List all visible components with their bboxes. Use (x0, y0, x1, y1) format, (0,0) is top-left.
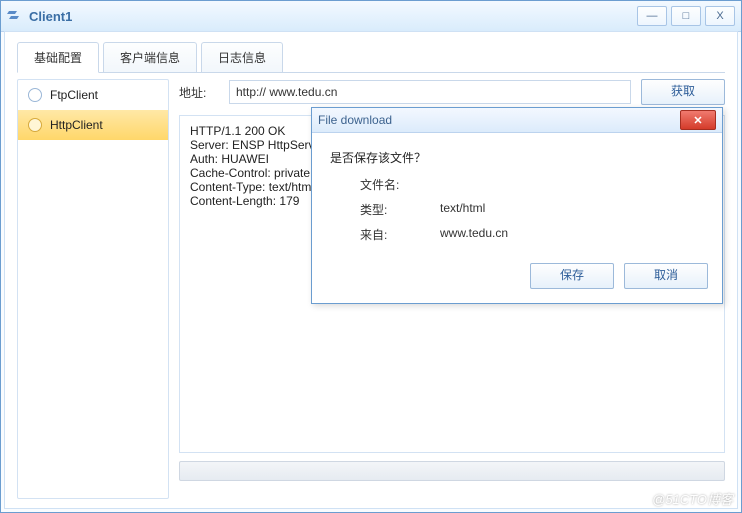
sidebar-item-label: FtpClient (50, 88, 98, 102)
dialog-type-label: 类型: (330, 201, 440, 218)
window-title: Client1 (29, 9, 72, 24)
sidebar-item-httpclient[interactable]: HttpClient (18, 110, 168, 140)
url-row: 地址: 获取 (179, 79, 725, 105)
tab-bar: 基础配置 客户端信息 日志信息 (17, 42, 725, 73)
sidebar-item-label: HttpClient (50, 118, 103, 132)
dialog-button-row: 保存 取消 (312, 263, 722, 303)
dialog-row-from: 来自: www.tedu.cn (330, 226, 704, 243)
file-download-dialog: File download ✕ 是否保存该文件？ 文件名: 类型: text/h… (311, 107, 723, 304)
close-button[interactable]: X (705, 6, 735, 26)
url-input[interactable] (229, 80, 631, 104)
dialog-body: 是否保存该文件？ 文件名: 类型: text/html 来自: www.tedu… (312, 133, 722, 263)
dialog-title: File download (318, 113, 392, 127)
cancel-button[interactable]: 取消 (624, 263, 708, 289)
dialog-type-value: text/html (440, 201, 485, 218)
watermark: @51CTO博客 (652, 489, 733, 508)
dialog-filename-label: 文件名: (330, 176, 440, 193)
dialog-from-value: www.tedu.cn (440, 226, 508, 243)
sidebar-item-ftpclient[interactable]: FtpClient (18, 80, 168, 110)
dialog-question: 是否保存该文件？ (330, 149, 704, 166)
tab-log-info[interactable]: 日志信息 (201, 42, 283, 72)
window-controls: — □ X (637, 6, 735, 26)
dialog-row-filename: 文件名: (330, 176, 704, 193)
horizontal-scrollbar[interactable] (179, 461, 725, 481)
save-button[interactable]: 保存 (530, 263, 614, 289)
radio-icon (28, 88, 42, 102)
radio-icon (28, 118, 42, 132)
minimize-button[interactable]: — (637, 6, 667, 26)
dialog-row-type: 类型: text/html (330, 201, 704, 218)
fetch-button[interactable]: 获取 (641, 79, 725, 105)
close-icon: ✕ (693, 114, 702, 127)
app-window: Client1 — □ X 基础配置 客户端信息 日志信息 FtpClient … (0, 0, 742, 513)
app-icon (7, 8, 23, 24)
dialog-titlebar[interactable]: File download ✕ (312, 108, 722, 133)
dialog-from-label: 来自: (330, 226, 440, 243)
maximize-button[interactable]: □ (671, 6, 701, 26)
client-type-sidebar: FtpClient HttpClient (17, 79, 169, 499)
tab-client-info[interactable]: 客户端信息 (103, 42, 197, 72)
dialog-close-button[interactable]: ✕ (680, 110, 716, 130)
titlebar[interactable]: Client1 — □ X (1, 1, 741, 32)
tab-basic-config[interactable]: 基础配置 (17, 42, 99, 73)
url-label: 地址: (179, 84, 219, 101)
